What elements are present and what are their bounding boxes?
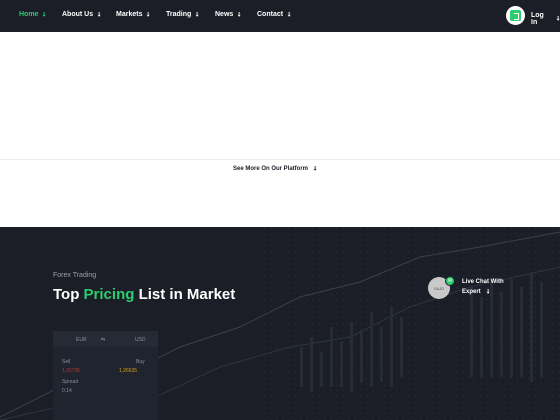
- price-card[interactable]: EUR ⇆ USD Sell Buy 1.26735 1.26635 Sprea…: [53, 331, 158, 420]
- top-nav: Home ➘ About Us ➘ Markets ➘ Trading ➘ Ne…: [0, 0, 560, 32]
- arrow-icon: ➘: [284, 10, 293, 19]
- nav-markets[interactable]: Markets ➘: [116, 10, 152, 19]
- section-heading: Top Pricing List in Market: [53, 286, 235, 303]
- nav-contact-label: Contact: [257, 11, 284, 18]
- arrow-icon: ➘: [234, 10, 243, 19]
- see-more-link[interactable]: See More On Our Platform ➘: [233, 165, 319, 173]
- see-more-label: See More On Our Platform: [233, 166, 309, 172]
- sell-value[interactable]: 1.26735: [62, 368, 80, 374]
- section-divider: [0, 159, 560, 160]
- nav-contact[interactable]: Contact ➘: [257, 10, 293, 19]
- swap-icon[interactable]: ⇆: [101, 337, 105, 343]
- buy-value[interactable]: 1.26635: [119, 368, 137, 374]
- nav-about-label: About Us: [62, 11, 94, 18]
- nav-home[interactable]: Home ➘: [19, 10, 48, 19]
- arrow-icon: ➘: [192, 10, 201, 19]
- pricing-section: Forex Trading Top Pricing List in Market…: [0, 227, 560, 420]
- nav-markets-label: Markets: [116, 11, 143, 18]
- arrow-icon: ➘: [144, 10, 152, 19]
- nav-about-us[interactable]: About Us ➘: [62, 10, 103, 19]
- quote-currency: USD: [135, 337, 146, 343]
- section-eyebrow: Forex Trading: [53, 272, 97, 279]
- heading-pre: Top: [53, 286, 84, 303]
- buy-label: Buy: [136, 359, 145, 365]
- arrow-icon: ➘: [94, 10, 103, 19]
- nav-trading[interactable]: Trading ➘: [166, 10, 201, 19]
- live-chat-expert-link[interactable]: Expert ➘: [462, 288, 491, 296]
- nav-trading-label: Trading: [166, 11, 192, 18]
- nav-news[interactable]: News ➘: [215, 10, 243, 19]
- live-chat-expert-label: Expert: [462, 289, 481, 295]
- arrow-icon: ➘: [310, 165, 319, 173]
- nav-news-label: News: [215, 11, 234, 18]
- sell-label: Sell: [62, 359, 71, 365]
- arrow-icon: ➘: [553, 15, 560, 23]
- spread-value: 0.14: [62, 388, 72, 394]
- login-link[interactable]: Log In ➘: [531, 12, 560, 26]
- live-chat-label[interactable]: Live Chat With: [462, 279, 504, 285]
- spread-label: Spread: [62, 379, 79, 385]
- arrow-icon: ➘: [40, 10, 48, 19]
- login-door-icon: [510, 10, 521, 21]
- heading-highlight: Pricing: [83, 286, 135, 303]
- chat-bubble-icon: ✉: [445, 276, 455, 286]
- nav-home-label: Home: [19, 11, 39, 18]
- heading-post: List in Market: [134, 286, 236, 303]
- login-icon-button[interactable]: [506, 6, 525, 25]
- login-label: Log In: [531, 12, 544, 26]
- base-currency: EUR: [76, 337, 87, 343]
